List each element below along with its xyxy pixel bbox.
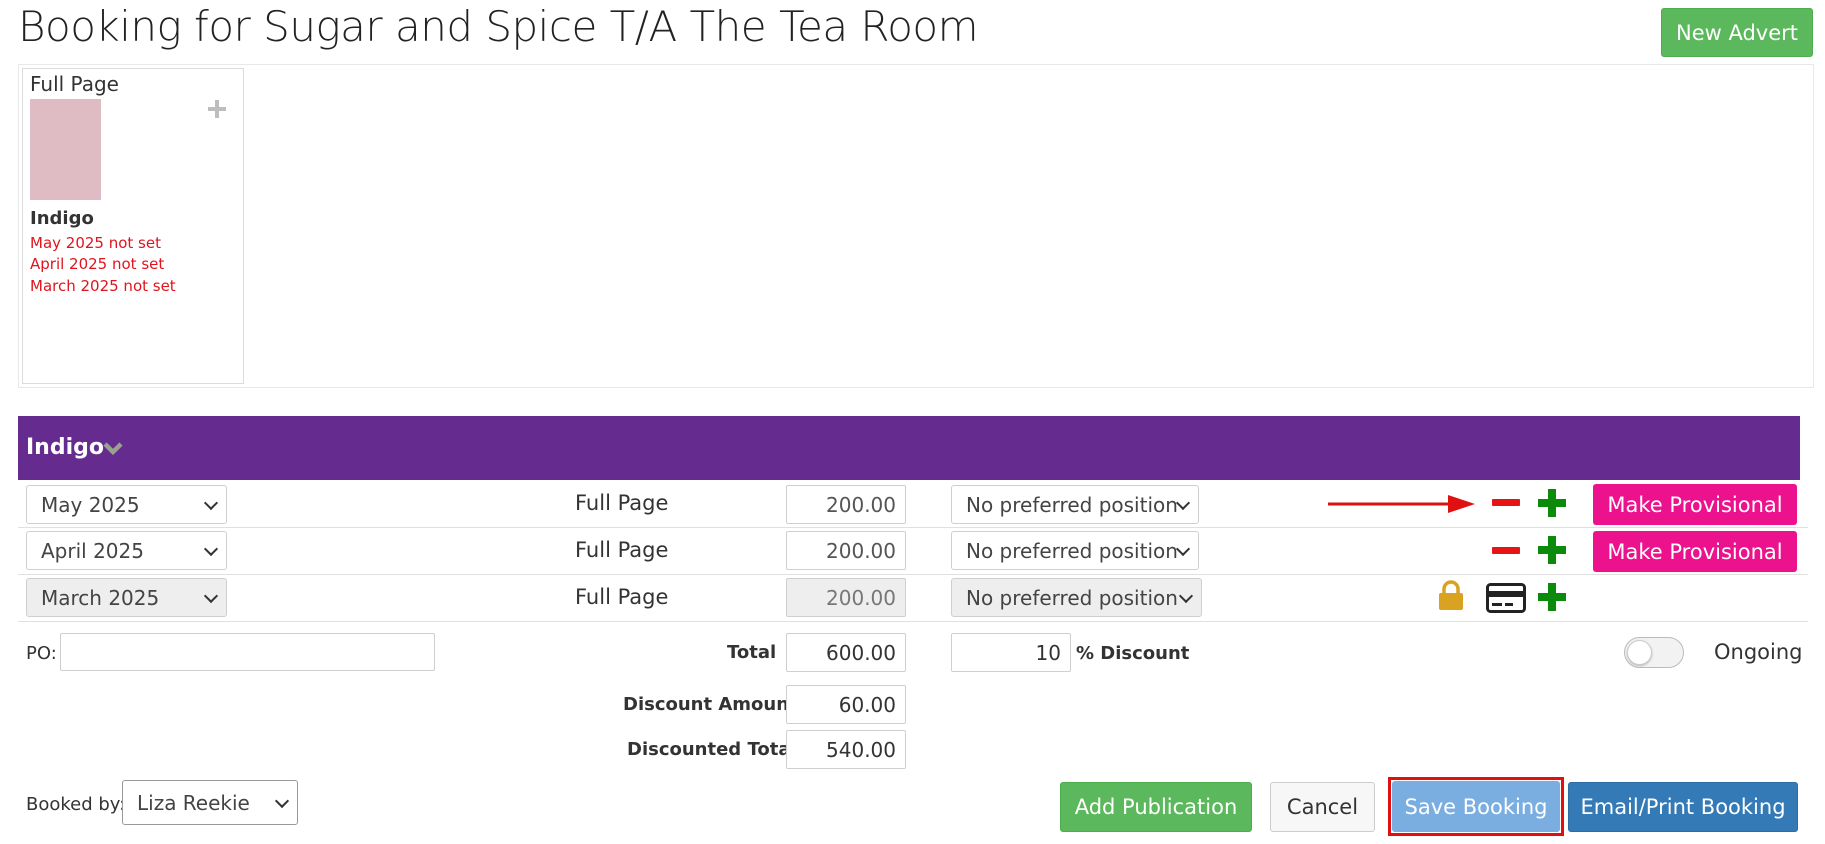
position-select[interactable]: No preferred position <box>951 485 1199 524</box>
booked-by-label: Booked by: <box>26 794 126 815</box>
arrow-annotation-icon <box>1328 495 1475 513</box>
price-input[interactable]: 200.00 <box>786 531 906 570</box>
lock-icon[interactable] <box>1438 580 1464 611</box>
chevron-down-icon <box>1178 588 1194 603</box>
ad-size-label: Full Page <box>575 491 669 515</box>
ongoing-label: Ongoing <box>1714 640 1803 664</box>
publication-header-bar <box>18 416 1800 480</box>
discount-amount-label: Discount Amount <box>623 694 798 715</box>
month-select[interactable]: April 2025 <box>26 531 227 570</box>
add-month-icon[interactable] <box>1538 489 1566 517</box>
add-month-icon[interactable] <box>1538 583 1566 611</box>
po-input[interactable] <box>60 633 435 671</box>
add-advert-plus-icon[interactable] <box>208 100 226 118</box>
publication-name: Indigo <box>26 435 104 460</box>
chevron-down-icon <box>203 541 219 556</box>
chevron-down-icon <box>203 495 219 510</box>
discounted-total-input[interactable]: 540.00 <box>786 730 906 769</box>
chevron-down-icon <box>1175 541 1191 556</box>
discount-percent-input[interactable]: 10 <box>951 633 1071 672</box>
advert-status-april: April 2025 not set <box>30 255 165 273</box>
make-provisional-button[interactable]: Make Provisional <box>1593 484 1797 525</box>
discounted-total-label: Discounted Total <box>627 739 797 760</box>
cancel-button[interactable]: Cancel <box>1270 782 1375 832</box>
add-month-icon[interactable] <box>1538 536 1566 564</box>
position-select: No preferred position <box>951 578 1202 617</box>
add-publication-button[interactable]: Add Publication <box>1060 782 1252 832</box>
discount-amount-input[interactable]: 60.00 <box>786 685 906 724</box>
advert-panel <box>18 64 1814 388</box>
advert-thumbnail <box>30 99 101 200</box>
advert-status-march: March 2025 not set <box>30 277 176 295</box>
month-select-value: April 2025 <box>41 538 144 563</box>
booked-by-value: Liza Reekie <box>137 790 250 815</box>
booked-by-select[interactable]: Liza Reekie <box>122 780 298 825</box>
ad-size-label: Full Page <box>575 538 669 562</box>
month-select-value: May 2025 <box>41 492 140 517</box>
position-select[interactable]: No preferred position <box>951 531 1199 570</box>
month-select: March 2025 <box>26 578 227 617</box>
row-divider <box>18 621 1808 622</box>
po-label: PO: <box>26 643 57 664</box>
page-title: Booking for Sugar and Spice T/A The Tea … <box>18 2 979 51</box>
ad-size-label: Full Page <box>575 585 669 609</box>
email-print-booking-button[interactable]: Email/Print Booking <box>1568 782 1798 832</box>
chevron-down-icon[interactable] <box>103 438 123 458</box>
advert-status-may: May 2025 not set <box>30 234 161 252</box>
row-divider <box>18 527 1808 528</box>
make-provisional-button[interactable]: Make Provisional <box>1593 531 1797 572</box>
price-input[interactable]: 200.00 <box>786 485 906 524</box>
advert-card-size: Full Page <box>30 72 119 96</box>
chevron-down-icon <box>203 588 219 603</box>
total-label: Total <box>727 642 777 663</box>
price-input: 200.00 <box>786 578 906 617</box>
row-divider <box>18 574 1808 575</box>
remove-month-icon[interactable] <box>1492 547 1520 554</box>
total-input[interactable]: 600.00 <box>786 633 906 672</box>
position-select-value: No preferred position <box>966 538 1178 563</box>
save-booking-highlight <box>1388 777 1564 836</box>
position-select-value: No preferred position <box>966 585 1178 610</box>
chevron-down-icon <box>274 793 290 808</box>
month-select-value: March 2025 <box>41 585 160 610</box>
position-select-value: No preferred position <box>966 492 1178 517</box>
new-advert-button[interactable]: New Advert <box>1661 8 1813 57</box>
credit-card-icon[interactable] <box>1486 583 1526 613</box>
month-select[interactable]: May 2025 <box>26 485 227 524</box>
ongoing-toggle-knob <box>1627 640 1652 665</box>
discount-percent-label: % Discount <box>1076 643 1190 664</box>
advert-card-publication: Indigo <box>30 208 94 229</box>
chevron-down-icon <box>1175 495 1191 510</box>
remove-month-icon[interactable] <box>1492 499 1520 506</box>
